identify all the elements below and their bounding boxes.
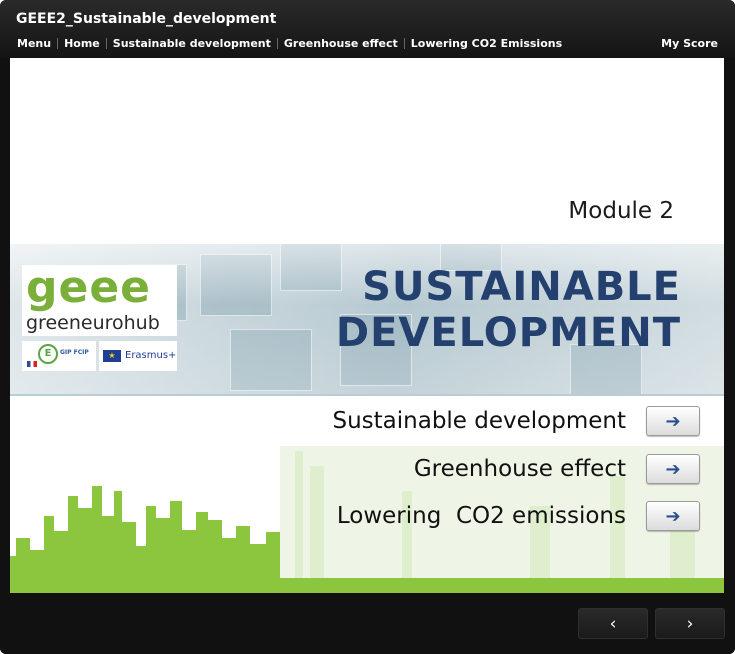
banner-divider	[10, 394, 724, 396]
e-badge-icon: E	[38, 344, 58, 364]
arrow-right-icon: ➔	[665, 505, 681, 527]
banner-title-line1: SUSTAINABLE	[362, 264, 681, 310]
link-label: Sustainable development	[332, 408, 626, 434]
player-footer: ‹ ›	[0, 593, 735, 654]
logo-subtitle: greeneurohub	[26, 312, 160, 334]
go-greenhouse-effect-button[interactable]: ➔	[646, 454, 700, 484]
erasmus-logo: ★ Erasmus+	[99, 341, 177, 371]
breadcrumb-greenhouse-effect[interactable]: Greenhouse effect	[284, 37, 398, 50]
link-row-sustainable-development: Sustainable development ➔	[332, 406, 700, 436]
banner-title-line2: DEVELOPMENT	[335, 310, 681, 356]
breadcrumb-separator	[403, 38, 405, 49]
breadcrumb-sustainable-development[interactable]: Sustainable development	[113, 37, 271, 50]
app-title: GEEE2_Sustainable_development	[16, 11, 277, 27]
eu-stars-icon: ★	[108, 351, 116, 360]
go-lowering-co2-button[interactable]: ➔	[646, 501, 700, 531]
link-label: Lowering CO2 emissions	[336, 503, 626, 529]
breadcrumb-separator	[57, 38, 59, 49]
logo-brand: geee	[26, 262, 152, 313]
breadcrumb-lowering-co2[interactable]: Lowering CO2 Emissions	[411, 37, 562, 50]
module-label: Module 2	[568, 198, 674, 224]
banner-title: SUSTAINABLE DEVELOPMENT	[336, 264, 681, 356]
breadcrumb-menu[interactable]: Menu	[17, 37, 51, 50]
breadcrumb: Menu Home Sustainable development Greenh…	[17, 37, 562, 50]
arrow-right-icon: ➔	[665, 458, 681, 480]
go-sustainable-development-button[interactable]: ➔	[646, 406, 700, 436]
slide-content: Module 2 geee greeneurohub E GIP FCIP ★ …	[10, 58, 724, 593]
gip-label: GIP FCIP	[60, 349, 89, 356]
link-label: Greenhouse effect	[413, 456, 626, 482]
geee-logo: geee greeneurohub	[22, 262, 177, 336]
title-bar: GEEE2_Sustainable_development Menu Home …	[0, 0, 735, 58]
erasmus-label: Erasmus+	[125, 350, 177, 361]
link-row-greenhouse-effect: Greenhouse effect ➔	[414, 454, 700, 484]
next-slide-button[interactable]: ›	[655, 608, 725, 639]
link-row-lowering-co2: Lowering CO2 emissions ➔	[337, 501, 700, 531]
breadcrumb-separator	[276, 38, 278, 49]
chevron-left-icon: ‹	[609, 613, 617, 634]
gip-fcip-logo: E GIP FCIP	[22, 341, 96, 371]
breadcrumb-separator	[105, 38, 107, 49]
my-score-link[interactable]: My Score	[661, 37, 718, 50]
previous-slide-button[interactable]: ‹	[578, 608, 648, 639]
breadcrumb-home[interactable]: Home	[64, 37, 100, 50]
title-banner: geee greeneurohub E GIP FCIP ★ Erasmus+ …	[10, 244, 724, 396]
arrow-right-icon: ➔	[665, 410, 681, 432]
chevron-right-icon: ›	[686, 613, 694, 634]
player-window: GEEE2_Sustainable_development Menu Home …	[0, 0, 735, 654]
french-flag-icon	[27, 361, 37, 367]
